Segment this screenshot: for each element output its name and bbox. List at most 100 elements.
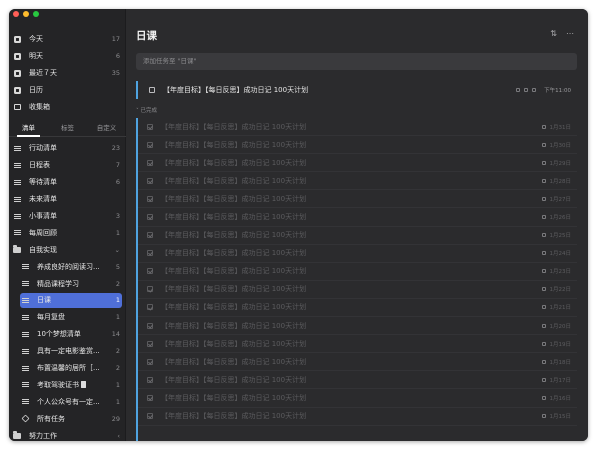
sidebar-item-cozy-home[interactable]: 布置温馨的居所［... 2: [9, 360, 126, 377]
sidebar-item-tomorrow[interactable]: 明天 6: [9, 48, 126, 65]
checked-checkbox[interactable]: [147, 214, 153, 221]
reminder-icon: [524, 88, 529, 92]
completed-task-row[interactable]: 【年度目标】【每日反思】成功日记 100天计划 1月27日: [138, 190, 577, 209]
chevron-down-icon[interactable]: ⌄: [115, 246, 120, 254]
sidebar-item-label: 明天: [29, 52, 43, 61]
tab-custom[interactable]: 自定义: [87, 119, 126, 137]
completed-task-row[interactable]: 【年度目标】【每日反思】成功日记 100天计划 1月18日: [138, 353, 577, 372]
completed-task-row[interactable]: 【年度目标】【每日反思】成功日记 100天计划 1月15日: [138, 408, 577, 426]
sidebar-item-action-list[interactable]: 行动清单 23: [9, 140, 126, 157]
sidebar-item-dream-list[interactable]: 10个梦想清单 14: [9, 326, 126, 343]
sidebar-item-schedule[interactable]: 日程表 7: [9, 157, 126, 174]
task-title[interactable]: 【年度目标】【每日反思】成功日记 100天计划: [163, 85, 516, 95]
window-controls: [13, 11, 39, 17]
completed-task-row[interactable]: 【年度目标】【每日反思】成功日记 100天计划 1月23日: [138, 263, 577, 281]
sidebar-item-today[interactable]: 今天 17: [9, 31, 126, 48]
checked-checkbox[interactable]: [147, 304, 153, 311]
sidebar-item-driving-license[interactable]: 考取驾驶证书 1: [9, 376, 126, 393]
completed-task-row[interactable]: 【年度目标】【每日反思】成功日记 100天计划 1月16日: [138, 389, 577, 408]
sidebar-item-count: 1: [115, 313, 120, 322]
task-date-group: 1月18日: [541, 358, 571, 366]
completed-task-row[interactable]: 【年度目标】【每日反思】成功日记 100天计划 1月29日: [138, 154, 577, 173]
minimize-window-button[interactable]: [23, 11, 29, 17]
sidebar-item-waiting[interactable]: 等待清单 6: [9, 174, 126, 191]
checked-checkbox[interactable]: [147, 195, 153, 202]
task-checkbox[interactable]: [149, 87, 155, 93]
completed-task-row[interactable]: 【年度目标】【每日反思】成功日记 100天计划 1月20日: [138, 317, 577, 336]
sidebar-item-small-tasks[interactable]: 小事清单 3: [9, 208, 126, 225]
page-title: 日课: [136, 30, 157, 42]
task-date-group: 1月21日: [541, 303, 571, 311]
task-date-group: 1月15日: [541, 412, 572, 421]
checked-checkbox[interactable]: [147, 358, 153, 365]
tab-tags[interactable]: 标签: [48, 119, 87, 137]
sidebar-item-monthly-review[interactable]: 每月复盘 1: [9, 309, 126, 326]
checked-checkbox[interactable]: [147, 376, 153, 383]
sidebar-item-count: 1: [115, 228, 120, 237]
checked-checkbox[interactable]: [147, 232, 153, 239]
sidebar-item-label-wrap: 考取驾驶证书: [37, 380, 113, 390]
folder-self-realization[interactable]: 自我实现 ⌄: [9, 241, 126, 258]
tab-lists[interactable]: 清单: [9, 119, 48, 137]
checked-checkbox[interactable]: [147, 159, 153, 166]
close-window-button[interactable]: [13, 11, 19, 17]
completed-task-row[interactable]: 【年度目标】【每日反思】成功日记 100天计划 1月17日: [138, 371, 577, 390]
sidebar-item-calendar[interactable]: 日历: [9, 82, 126, 99]
sidebar-item-weekly-review[interactable]: 每周回顾 1: [9, 224, 126, 241]
task-title: 【年度目标】【每日反思】成功日记 100天计划: [161, 194, 307, 203]
main-pane: 日课 ⇅ ⋯ 添加任务至 "日课" 【年度目标】【每日反思】成功日记 100天计…: [126, 9, 588, 441]
add-task-input[interactable]: 添加任务至 "日课": [136, 53, 577, 70]
task-date-group: 1月22日: [541, 285, 571, 293]
task-row[interactable]: 【年度目标】【每日反思】成功日记 100天计划 下午11:00: [136, 81, 577, 99]
completed-task-row[interactable]: 【年度目标】【每日反思】成功日记 100天计划 1月26日: [138, 208, 577, 227]
completed-task-row[interactable]: 【年度目标】【每日反思】成功日记 100天计划 1月30日: [138, 136, 577, 155]
sidebar-item-all-tasks[interactable]: 所有任务 29: [9, 410, 126, 427]
checked-checkbox[interactable]: [147, 268, 153, 275]
completed-task-row[interactable]: 【年度目标】【每日反思】成功日记 100天计划 1月28日: [138, 172, 577, 191]
sidebar-item-course-study[interactable]: 精品课程学习 2: [9, 275, 126, 292]
sidebar-tabs: 清单 标签 自定义: [9, 119, 126, 137]
sun-icon: [13, 52, 21, 60]
checked-checkbox[interactable]: [147, 286, 153, 293]
completed-task-row[interactable]: 【年度目标】【每日反思】成功日记 100天计划 1月21日: [138, 299, 577, 318]
checked-checkbox[interactable]: [147, 177, 153, 184]
folder-icon: [13, 245, 21, 254]
completed-task-row[interactable]: 【年度目标】【每日反思】成功日记 100天计划 1月25日: [138, 227, 577, 245]
sidebar-item-daily-lesson[interactable]: 日课 1: [9, 292, 126, 309]
checked-checkbox[interactable]: [147, 250, 153, 257]
repeat-icon: [541, 323, 546, 328]
sidebar-item-count: 14: [111, 330, 120, 339]
task-meta: 下午11:00: [516, 86, 571, 94]
sidebar-item-count: 6: [115, 178, 120, 187]
more-icon[interactable]: ⋯: [566, 29, 574, 38]
sidebar-item-count: 1: [115, 296, 120, 305]
sidebar-item-inbox[interactable]: 收集箱: [9, 99, 126, 116]
checked-checkbox[interactable]: [147, 141, 153, 148]
checked-checkbox[interactable]: [147, 123, 153, 130]
checked-checkbox[interactable]: [147, 413, 153, 420]
task-date: 1月30日: [549, 142, 572, 149]
sidebar-item-wechat-account[interactable]: 个人公众号有一定... 1: [9, 393, 126, 410]
task-date-group: 1月16日: [541, 394, 571, 402]
completed-task-row[interactable]: 【年度目标】【每日反思】成功日记 100天计划 1月24日: [138, 245, 577, 263]
checked-checkbox[interactable]: [147, 340, 153, 347]
smart-lists: 今天 17 明天 6 最近７天 35 日历 收集箱: [9, 31, 126, 115]
sidebar-item-future[interactable]: 未来清单: [9, 191, 126, 208]
completed-section-header[interactable]: ˅ 已完成: [136, 106, 157, 114]
completed-task-row[interactable]: 【年度目标】【每日反思】成功日记 100天计划 1月22日: [138, 281, 577, 299]
folder-work[interactable]: 努力工作 ‹: [9, 427, 126, 441]
completed-task-row[interactable]: 【年度目标】【每日反思】成功日记 100天计划 1月31日: [138, 118, 577, 137]
zoom-window-button[interactable]: [33, 11, 39, 17]
sort-icon[interactable]: ⇅: [550, 29, 557, 38]
sidebar-item-next-7-days[interactable]: 最近７天 35: [9, 65, 126, 82]
task-date-group: 1月20日: [541, 322, 571, 330]
list-icon: [13, 144, 21, 152]
completed-task-row[interactable]: 【年度目标】【每日反思】成功日记 100天计划 1月19日: [138, 335, 577, 354]
task-date: 1月17日: [549, 377, 572, 384]
sidebar-item-reading-habit[interactable]: 养成良好的阅读习... 5: [9, 258, 126, 275]
task-date: 1月15日: [549, 414, 572, 421]
sidebar-item-film-appreciation[interactable]: 具有一定电影鉴赏... 2: [9, 343, 126, 360]
chevron-left-icon[interactable]: ‹: [117, 432, 120, 440]
checked-checkbox[interactable]: [147, 394, 153, 401]
checked-checkbox[interactable]: [147, 322, 153, 329]
